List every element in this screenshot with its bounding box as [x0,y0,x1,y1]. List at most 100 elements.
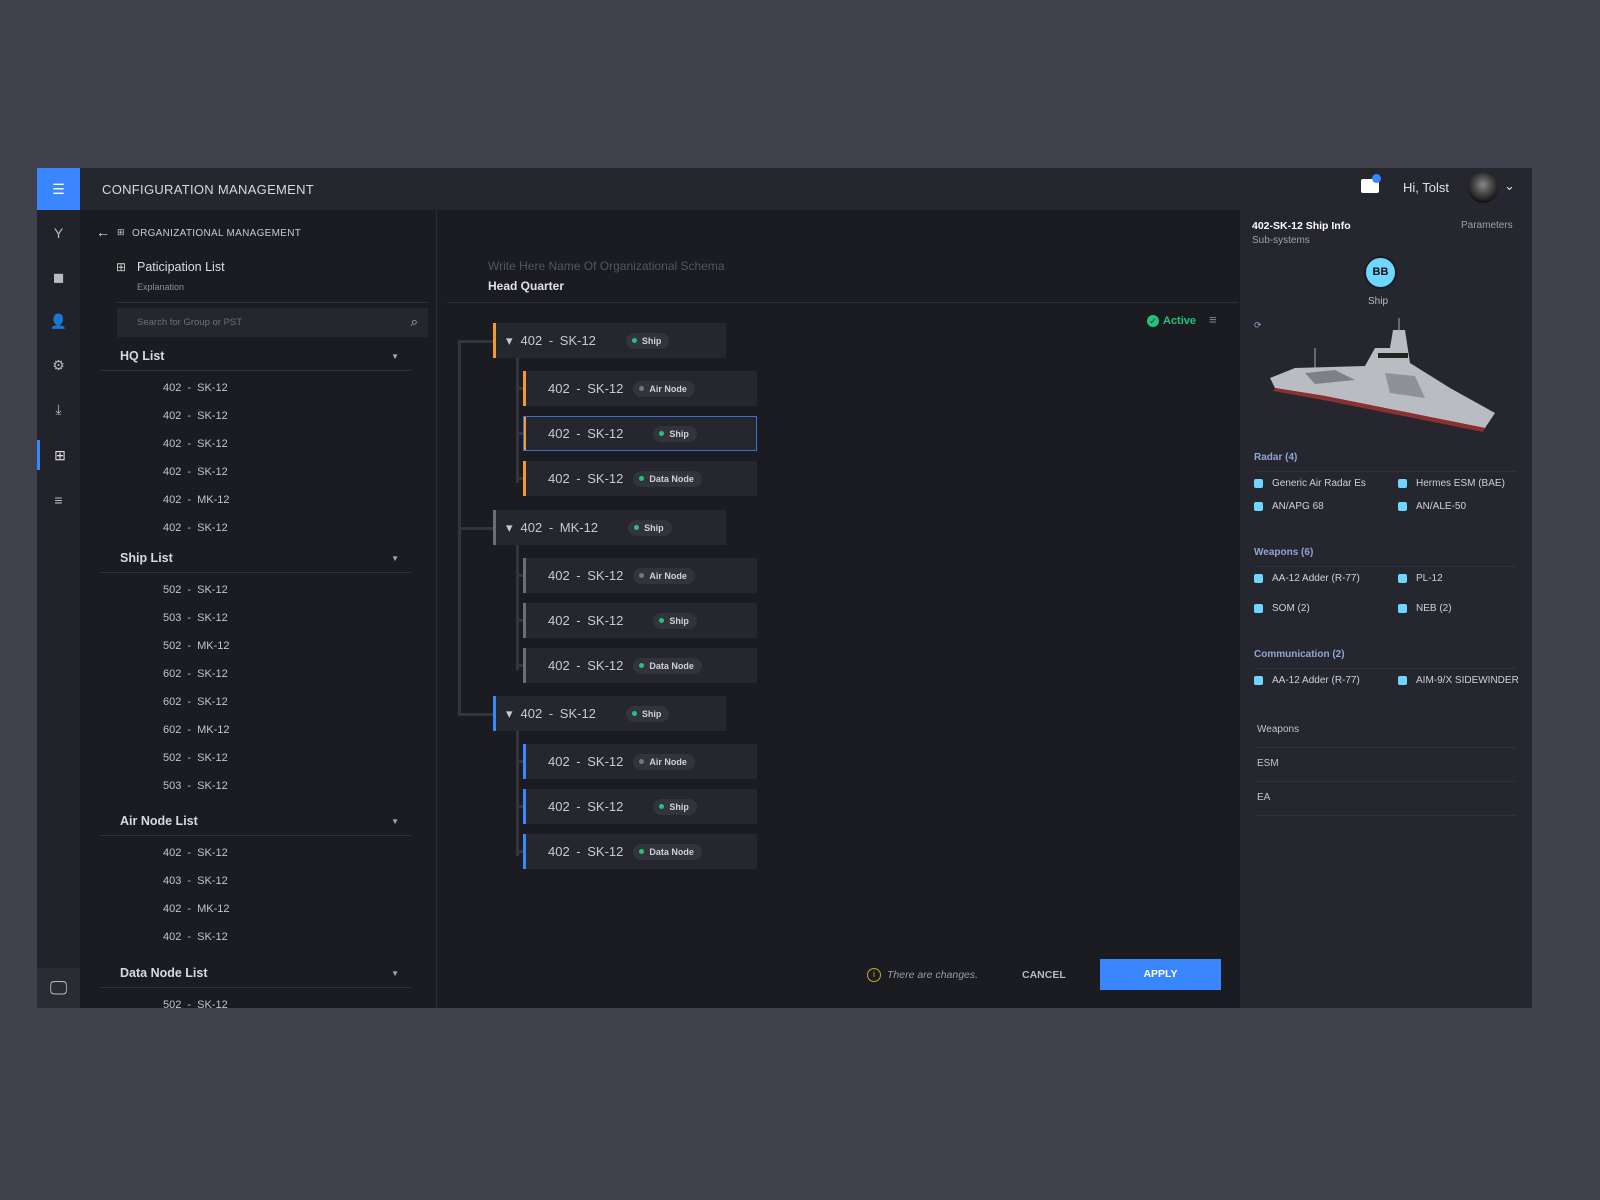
tree-connector [458,527,493,530]
type-badge: Air Node [633,753,695,770]
tree-child-node[interactable]: 402 - SK-12 Ship [523,603,757,638]
search-input[interactable]: Search for Group or PST ⌕ [117,308,428,337]
checkbox-icon[interactable] [1254,574,1263,583]
list-item[interactable]: 402 - SK-12 [163,438,228,450]
list-item[interactable]: 402 - SK-12 [163,466,228,478]
tree-child-node[interactable]: 402 - SK-12 Air Node [523,558,757,593]
list-item[interactable]: 502 - SK-12 [163,999,228,1008]
branch-icon[interactable]: Y [37,218,80,248]
category-header: Communication (2) [1254,649,1516,669]
list-item[interactable]: 502 - SK-12 [163,584,228,596]
list-item[interactable]: 502 - SK-12 [163,752,228,764]
subsystem-checkbox[interactable]: AA-12 Adder (R-77) [1254,573,1360,584]
subsystem-section[interactable]: ESM [1254,758,1516,782]
subsystem-checkbox[interactable]: PL-12 [1398,573,1443,584]
caret-down-icon[interactable]: ▾ [506,706,513,722]
tree-group-node[interactable]: ▾ 402 - MK-12 Ship [493,510,726,545]
user-settings-icon[interactable]: 👤 [37,306,80,336]
node-label: 402 - MK-12 [520,520,599,535]
checkbox-icon[interactable] [1254,604,1263,613]
subsystem-label: AN/APG 68 [1272,501,1324,512]
tree-child-node[interactable]: 402 - SK-12 Data Node [523,834,757,869]
list-item[interactable]: 602 - MK-12 [163,724,230,736]
list-item[interactable]: 403 - SK-12 [163,875,228,887]
rotate-3d-icon[interactable]: ⟳ [1254,320,1262,331]
org-chart-icon[interactable]: ⊞ [37,440,80,470]
search-icon[interactable]: ⌕ [411,314,418,330]
user-avatar[interactable] [1468,173,1498,203]
info-icon: i [867,968,881,982]
subsystem-checkbox[interactable]: AIM-9/X SIDEWINDER [1398,675,1519,686]
parameters-tab[interactable]: Parameters [1461,220,1513,231]
caret-down-icon[interactable]: ▼ [391,352,399,361]
list-icon[interactable]: ≡ [37,485,80,515]
checkbox-icon[interactable] [1398,574,1407,583]
tree-group-node[interactable]: ▾ 402 - SK-12 Ship [493,696,726,731]
list-item[interactable]: 602 - SK-12 [163,668,228,680]
caret-down-icon[interactable]: ▼ [391,817,399,826]
checkbox-icon[interactable] [1398,479,1407,488]
list-item[interactable]: 602 - SK-12 [163,696,228,708]
schema-name-placeholder[interactable]: Write Here Name Of Organizational Schema [488,259,725,273]
checkbox-icon[interactable] [1254,676,1263,685]
tree-child-node[interactable]: 402 - SK-12 Ship [523,789,757,824]
type-badge: Ship [653,612,697,629]
section-header[interactable]: Data Node List ▼ [100,962,411,988]
checkbox-icon[interactable] [1254,502,1263,511]
menu-icon[interactable]: ☰ [37,168,80,210]
list-item[interactable]: 503 - SK-12 [163,612,228,624]
chevron-down-icon[interactable]: ⌄ [1504,178,1515,194]
list-item[interactable]: 503 - SK-12 [163,780,228,792]
subsystem-label: SOM (2) [1272,603,1310,614]
subsystem-checkbox[interactable]: SOM (2) [1254,603,1310,614]
section-header[interactable]: HQ List ▼ [100,345,411,371]
checkbox-icon[interactable] [1398,502,1407,511]
apply-button[interactable]: APPLY [1100,959,1221,990]
list-item[interactable]: 402 - SK-12 [163,522,228,534]
caret-down-icon[interactable]: ▾ [506,333,513,349]
checkbox-icon[interactable] [1398,604,1407,613]
mail-icon[interactable] [1361,174,1381,193]
sort-list-icon[interactable]: ≡ [1209,312,1217,327]
caret-down-icon[interactable]: ▼ [391,969,399,978]
node-label: 402 - SK-12 [548,613,624,628]
subsystem-checkbox[interactable]: AN/APG 68 [1254,501,1324,512]
node-label: 402 - SK-12 [548,799,624,814]
org-chart-icon: ⊞ [117,227,125,237]
checkbox-icon[interactable] [1254,479,1263,488]
subsystem-checkbox[interactable]: AN/ALE-50 [1398,501,1466,512]
monitor-icon[interactable]: 🖵 [37,968,80,1008]
tree-child-node[interactable]: 402 - SK-12 Ship [523,416,757,451]
subsystem-checkbox[interactable]: NEB (2) [1398,603,1452,614]
tree-child-node[interactable]: 402 - SK-12 Air Node [523,744,757,779]
tree-group-node[interactable]: ▾ 402 - SK-12 Ship [493,323,726,358]
caret-down-icon[interactable]: ▼ [391,554,399,563]
caret-down-icon[interactable]: ▾ [506,520,513,536]
section-header[interactable]: Ship List ▼ [100,547,411,573]
subsystem-label: AIM-9/X SIDEWINDER [1416,675,1519,686]
tree-child-node[interactable]: 402 - SK-12 Air Node [523,371,757,406]
list-item[interactable]: 402 - SK-12 [163,931,228,943]
type-badge: Ship [625,705,670,722]
tree-child-node[interactable]: 402 - SK-12 Data Node [523,461,757,496]
list-item[interactable]: 402 - MK-12 [163,494,230,506]
schema-name[interactable]: Head Quarter [488,279,564,293]
subsystem-checkbox[interactable]: Generic Air Radar Es [1254,478,1366,489]
checkbox-icon[interactable] [1398,676,1407,685]
list-item[interactable]: 402 - SK-12 [163,382,228,394]
tree-child-node[interactable]: 402 - SK-12 Data Node [523,648,757,683]
grid-settings-icon[interactable]: ⚙ [37,350,80,380]
subsystem-checkbox[interactable]: AA-12 Adder (R-77) [1254,675,1360,686]
list-item[interactable]: 402 - SK-12 [163,847,228,859]
download-icon[interactable]: ⤓ [37,394,80,424]
subsystem-section[interactable]: EA [1254,792,1516,816]
section-header[interactable]: Air Node List ▼ [100,810,411,836]
subsystem-section[interactable]: Weapons [1254,724,1516,748]
list-item[interactable]: 402 - SK-12 [163,410,228,422]
back-arrow-icon[interactable]: ← [96,224,110,240]
list-item[interactable]: 402 - MK-12 [163,903,230,915]
subsystem-checkbox[interactable]: Hermes ESM (BAE) [1398,478,1505,489]
cube-icon[interactable]: ◼ [37,262,80,292]
list-item[interactable]: 502 - MK-12 [163,640,230,652]
cancel-button[interactable]: CANCEL [1022,969,1066,981]
